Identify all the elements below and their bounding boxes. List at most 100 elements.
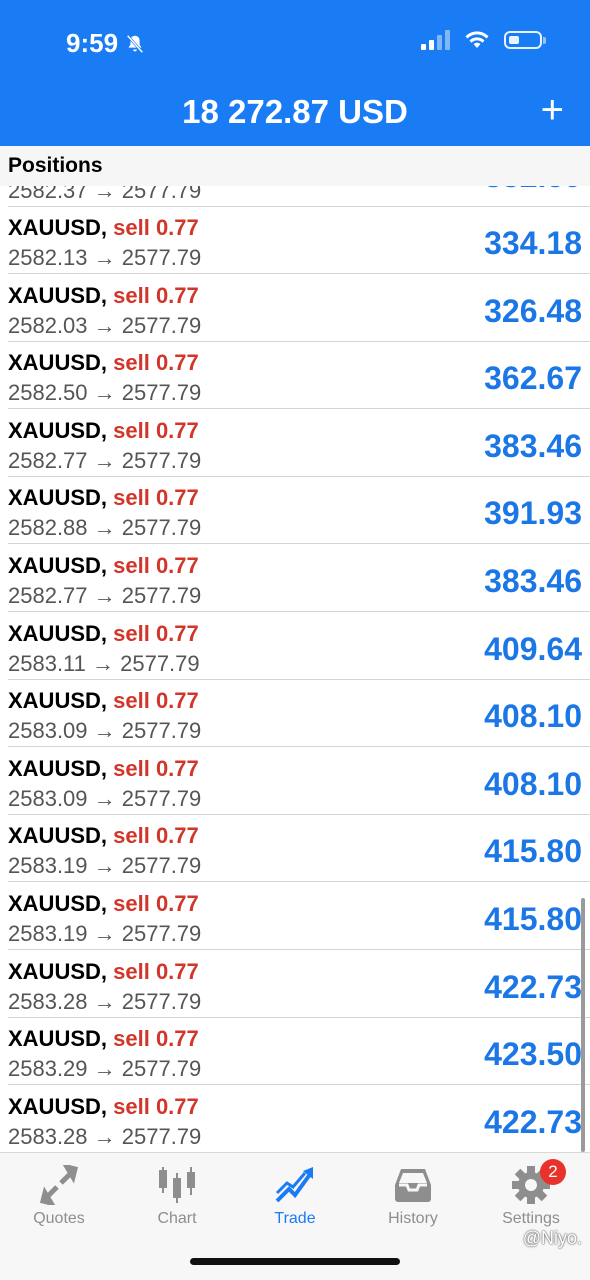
position-side: sell 0.77 [113, 215, 199, 240]
position-title: XAUUSD, sell 0.77 [8, 350, 199, 376]
position-symbol: XAUUSD, [8, 1093, 108, 1119]
position-title: XAUUSD, sell 0.77 [8, 621, 199, 647]
settings-badge: 2 [540, 1159, 566, 1185]
position-title: XAUUSD, sell 0.77 [8, 553, 199, 579]
position-side: sell 0.77 [113, 350, 199, 376]
position-title: XAUUSD, sell 0.77 [8, 688, 199, 714]
battery-icon [504, 31, 546, 49]
position-symbol: XAUUSD, [8, 891, 108, 916]
positions-list[interactable]: 2582.37 → 2577.79 332.59 XAUUSD, sell 0.… [0, 186, 590, 1152]
position-side: sell 0.77 [113, 417, 199, 443]
position-prices: 2582.77 → 2577.79 [8, 583, 202, 608]
scrollbar[interactable] [581, 898, 585, 1152]
position-symbol: XAUUSD, [8, 1026, 108, 1052]
section-title: Positions [8, 154, 103, 177]
position-side: sell 0.77 [113, 755, 199, 781]
position-title: XAUUSD, sell 0.77 [8, 1094, 199, 1120]
position-row[interactable]: XAUUSD, sell 0.77 2583.19 → 2577.79 415.80 [0, 883, 590, 950]
position-side: sell 0.77 [113, 1093, 199, 1119]
position-prices: 2583.11 → 2577.79 [8, 650, 200, 676]
position-profit: 383.46 [484, 427, 582, 464]
position-profit: 332.59 [484, 186, 582, 195]
position-row-partial[interactable]: 2582.37 → 2577.79 332.59 [0, 186, 590, 207]
tab-label: Trade [274, 1210, 316, 1227]
position-title: XAUUSD, sell 0.77 [8, 756, 199, 782]
position-symbol: XAUUSD, [8, 350, 108, 376]
position-profit: 422.73 [484, 1103, 582, 1140]
position-profit: 334.18 [484, 225, 582, 261]
position-profit: 415.80 [484, 901, 582, 937]
position-profit: 326.48 [484, 292, 582, 329]
tab-label: History [388, 1210, 438, 1227]
position-row[interactable]: XAUUSD, sell 0.77 2583.19 → 2577.79 415.80 [0, 815, 590, 883]
position-title: XAUUSD, sell 0.77 [8, 959, 199, 985]
position-symbol: XAUUSD, [8, 282, 108, 308]
position-side: sell 0.77 [113, 823, 199, 849]
position-prices: 2582.03 → 2577.79 [8, 312, 202, 338]
bell-slash-icon [126, 34, 144, 53]
position-side: sell 0.77 [113, 958, 199, 984]
position-symbol: XAUUSD, [8, 755, 108, 781]
position-profit: 391.93 [484, 495, 582, 532]
position-prices: 2582.13 → 2577.79 [8, 245, 202, 270]
position-row[interactable]: XAUUSD, sell 0.77 2582.77 → 2577.79 383.46 [0, 545, 590, 612]
add-order-button[interactable]: + [541, 90, 564, 130]
status-icons [421, 30, 546, 50]
position-row[interactable]: XAUUSD, sell 0.77 2583.29 → 2577.79 423.50 [0, 1018, 590, 1086]
wifi-icon [465, 31, 489, 48]
position-symbol: XAUUSD, [8, 958, 108, 984]
position-side: sell 0.77 [113, 891, 199, 916]
trade-trend-icon [275, 1167, 313, 1203]
position-row[interactable]: XAUUSD, sell 0.77 2583.09 → 2577.79 408.10 [0, 680, 590, 748]
cellular-signal-icon [421, 30, 450, 50]
position-profit: 409.64 [484, 630, 582, 667]
position-symbol: XAUUSD, [8, 215, 108, 240]
position-side: sell 0.77 [113, 688, 199, 714]
position-title: XAUUSD, sell 0.77 [8, 283, 199, 309]
position-row[interactable]: XAUUSD, sell 0.77 2582.03 → 2577.79 326.48 [0, 275, 590, 342]
position-symbol: XAUUSD, [8, 688, 108, 714]
position-title: XAUUSD, sell 0.77 [8, 823, 199, 849]
tab-quotes[interactable]: Quotes [0, 1153, 118, 1243]
position-row[interactable]: XAUUSD, sell 0.77 2583.28 → 2577.79 422.73 [0, 1086, 590, 1152]
position-profit: 422.73 [484, 968, 582, 1005]
position-profit: 415.80 [484, 833, 582, 870]
watermark: @Niyo. [522, 1228, 582, 1248]
position-row[interactable]: XAUUSD, sell 0.77 2583.28 → 2577.79 422.73 [0, 951, 590, 1018]
position-symbol: XAUUSD, [8, 485, 108, 511]
position-row[interactable]: XAUUSD, sell 0.77 2582.13 → 2577.79 334.18 [0, 207, 590, 274]
position-title: XAUUSD, sell 0.77 [8, 215, 199, 241]
position-row[interactable]: XAUUSD, sell 0.77 2583.11 → 2577.79 409.64 [0, 613, 590, 680]
position-row[interactable]: XAUUSD, sell 0.77 2582.88 → 2577.79 391.93 [0, 477, 590, 545]
position-profit: 383.46 [484, 563, 582, 599]
position-side: sell 0.77 [113, 620, 199, 646]
position-prices: 2583.09 → 2577.79 [8, 785, 202, 811]
quotes-arrows-icon [39, 1165, 79, 1205]
position-profit: 408.10 [484, 698, 582, 735]
tab-history[interactable]: History [354, 1153, 472, 1243]
position-symbol: XAUUSD, [8, 823, 108, 849]
tab-trade[interactable]: Trade [236, 1153, 354, 1243]
tab-label: Quotes [33, 1210, 85, 1227]
history-tray-icon [395, 1169, 431, 1202]
position-row[interactable]: XAUUSD, sell 0.77 2582.50 → 2577.79 362.67 [0, 342, 590, 410]
position-symbol: XAUUSD, [8, 417, 108, 443]
position-row[interactable]: XAUUSD, sell 0.77 2583.09 → 2577.79 408.10 [0, 748, 590, 815]
position-prices: 2583.09 → 2577.79 [8, 718, 202, 744]
position-prices: 2583.19 → 2577.79 [8, 921, 202, 946]
position-symbol: XAUUSD, [8, 620, 108, 646]
position-prices: 2582.77 → 2577.79 [8, 447, 202, 473]
position-row[interactable]: XAUUSD, sell 0.77 2582.77 → 2577.79 383.46 [0, 410, 590, 477]
tab-label: Settings [502, 1210, 560, 1227]
position-prices: 2583.29 → 2577.79 [8, 1056, 202, 1082]
status-time: 9:59 [66, 28, 146, 59]
position-profit: 423.50 [484, 1036, 582, 1073]
position-title: XAUUSD, sell 0.77 [8, 1026, 199, 1052]
position-symbol: XAUUSD, [8, 553, 108, 578]
position-prices: 2582.88 → 2577.79 [8, 515, 202, 541]
position-side: sell 0.77 [113, 1026, 199, 1052]
home-indicator[interactable] [190, 1258, 400, 1265]
account-balance: 18 272.87 USD [182, 93, 408, 130]
tab-chart[interactable]: Chart [118, 1153, 236, 1243]
status-time-text: 9:59 [66, 28, 119, 58]
